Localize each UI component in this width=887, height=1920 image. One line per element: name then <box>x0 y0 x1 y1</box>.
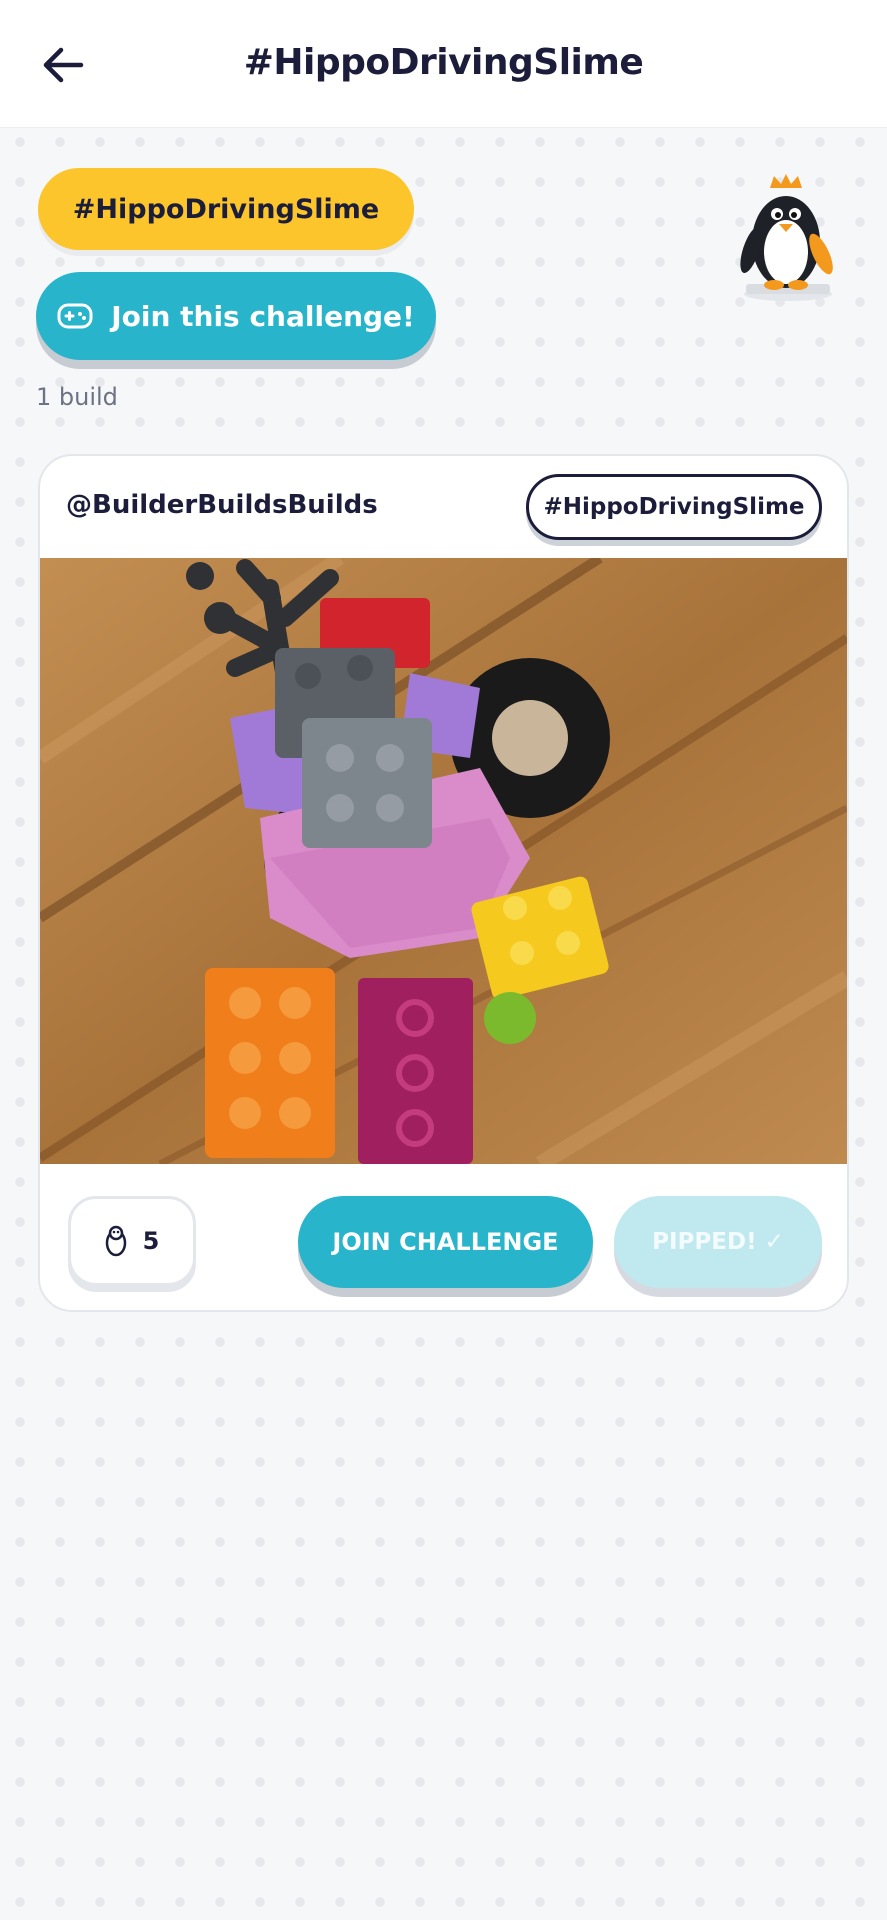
post-challenge-tag[interactable]: #HippoDrivingSlime <box>526 474 822 540</box>
page-title: #HippoDrivingSlime <box>243 42 644 83</box>
build-card: @BuilderBuildsBuilds #HippoDrivingSlime <box>38 454 849 1312</box>
like-button[interactable]: 5 <box>68 1196 196 1286</box>
build-count: 1 build <box>36 383 118 411</box>
post-username[interactable]: @BuilderBuildsBuilds <box>66 490 378 520</box>
pipped-button: PIPPED! ✓ <box>614 1196 822 1288</box>
penguin-icon <box>105 1225 126 1257</box>
challenge-tag: #HippoDrivingSlime <box>38 168 414 250</box>
join-challenge-button[interactable]: JOIN CHALLENGE <box>298 1196 593 1288</box>
like-count: 5 <box>142 1227 160 1255</box>
pipped-label: PIPPED! <box>652 1229 757 1255</box>
gamepad-icon <box>57 303 93 329</box>
penguin-mascot <box>740 174 833 301</box>
lego-build-photo <box>40 558 847 1164</box>
app-bar: #HippoDrivingSlime <box>0 0 887 128</box>
checkmark-icon: ✓ <box>764 1229 784 1255</box>
join-this-challenge-button[interactable]: Join this challenge! <box>36 272 436 360</box>
join-this-challenge-label: Join this challenge! <box>111 299 415 333</box>
